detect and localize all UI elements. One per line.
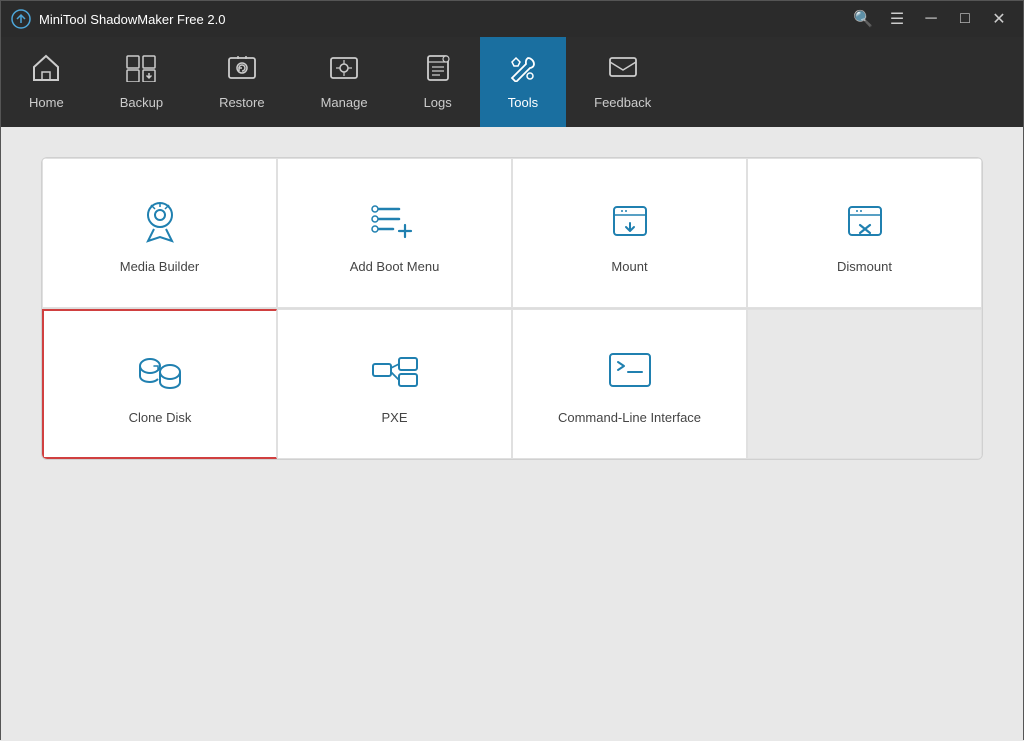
minimize-button[interactable]: ─ (917, 5, 945, 33)
dismount-icon (839, 193, 891, 245)
nav-item-manage[interactable]: Manage (293, 37, 396, 127)
app-icon (11, 9, 31, 29)
nav-logs-label: Logs (424, 95, 452, 110)
tool-card-mount[interactable]: Mount (512, 158, 747, 308)
nav-item-tools[interactable]: Tools (480, 37, 566, 127)
nav-backup-label: Backup (120, 95, 163, 110)
restore-icon (227, 54, 257, 89)
tools-row1: Media Builder Add Boot Menu (42, 158, 982, 309)
cli-label: Command-Line Interface (558, 410, 701, 425)
logs-icon (424, 54, 452, 89)
nav-item-home[interactable]: Home (1, 37, 92, 127)
pxe-icon (369, 344, 421, 396)
tool-card-media-builder[interactable]: Media Builder (42, 158, 277, 308)
clone-disk-label: Clone Disk (129, 410, 192, 425)
pxe-label: PXE (381, 410, 407, 425)
clone-disk-icon (134, 344, 186, 396)
nav-item-backup[interactable]: Backup (92, 37, 191, 127)
app-title: MiniTool ShadowMaker Free 2.0 (39, 12, 225, 27)
tool-card-empty (747, 309, 982, 459)
nav-item-restore[interactable]: Restore (191, 37, 293, 127)
title-bar-controls: 🔍 ☰ ─ □ ✕ (849, 5, 1013, 33)
add-boot-menu-label: Add Boot Menu (350, 259, 440, 274)
add-boot-menu-icon (369, 193, 421, 245)
tool-card-pxe[interactable]: PXE (277, 309, 512, 459)
nav-tools-label: Tools (508, 95, 538, 110)
home-icon (31, 54, 61, 89)
nav-home-label: Home (29, 95, 64, 110)
media-builder-icon (134, 193, 186, 245)
tool-card-cli[interactable]: Command-Line Interface (512, 309, 747, 459)
tool-card-add-boot-menu[interactable]: Add Boot Menu (277, 158, 512, 308)
tools-container: Media Builder Add Boot Menu (41, 157, 983, 460)
dismount-label: Dismount (837, 259, 892, 274)
cli-icon (604, 344, 656, 396)
close-button[interactable]: ✕ (985, 5, 1013, 33)
title-bar-left: MiniTool ShadowMaker Free 2.0 (11, 9, 225, 29)
nav-feedback-label: Feedback (594, 95, 651, 110)
nav-manage-label: Manage (321, 95, 368, 110)
mount-icon (604, 193, 656, 245)
tools-row2: Clone Disk PXE Com (42, 309, 982, 459)
nav-item-feedback[interactable]: Feedback (566, 37, 679, 127)
nav-bar: Home Backup Restore (1, 37, 1023, 127)
backup-icon (125, 54, 157, 89)
media-builder-label: Media Builder (120, 259, 200, 274)
feedback-icon (608, 54, 638, 89)
content-area: Media Builder Add Boot Menu (1, 127, 1023, 741)
tool-card-clone-disk[interactable]: Clone Disk (42, 309, 277, 459)
manage-icon (329, 54, 359, 89)
nav-restore-label: Restore (219, 95, 265, 110)
nav-item-logs[interactable]: Logs (396, 37, 480, 127)
restore-button[interactable]: □ (951, 5, 979, 33)
search-button[interactable]: 🔍 (849, 5, 877, 33)
menu-button[interactable]: ☰ (883, 5, 911, 33)
tools-icon (508, 54, 538, 89)
mount-label: Mount (611, 259, 647, 274)
tool-card-dismount[interactable]: Dismount (747, 158, 982, 308)
title-bar: MiniTool ShadowMaker Free 2.0 🔍 ☰ ─ □ ✕ (1, 1, 1023, 37)
